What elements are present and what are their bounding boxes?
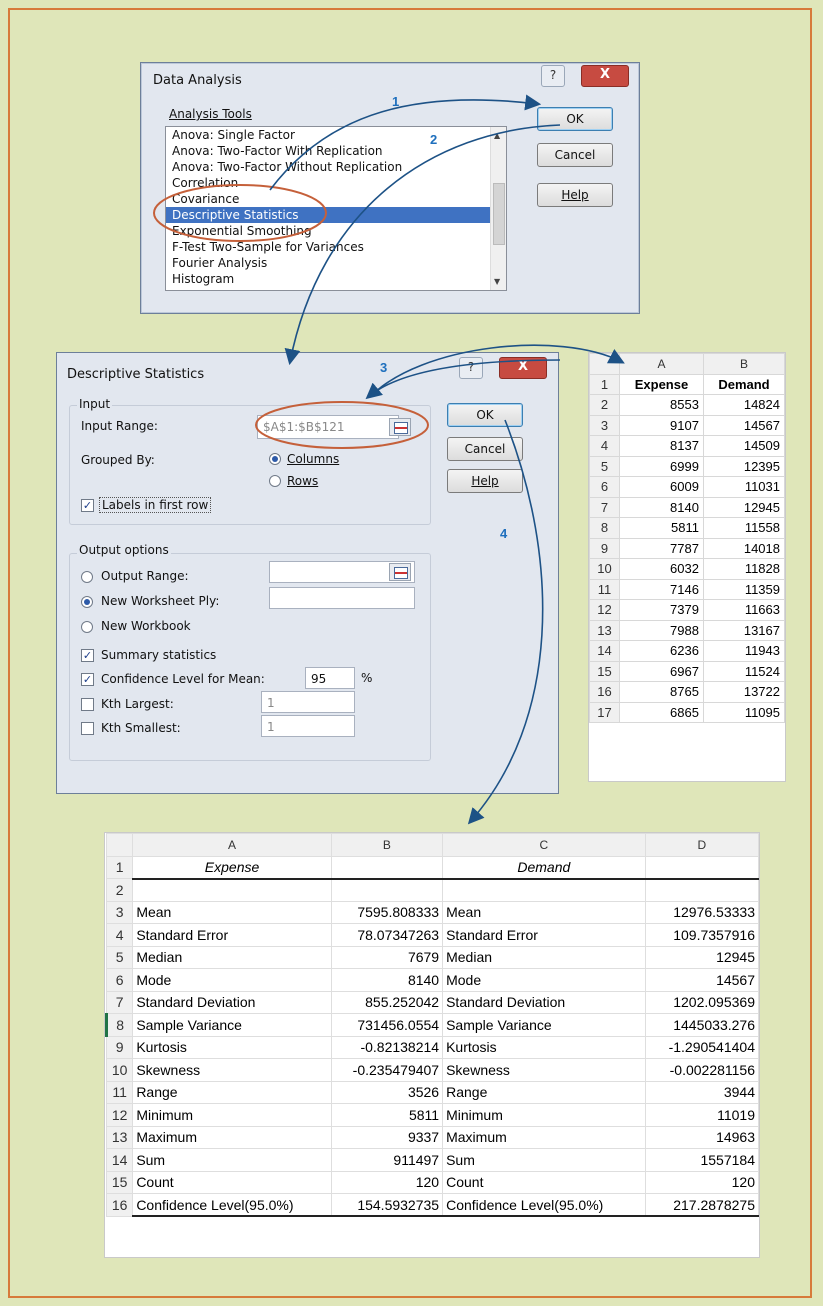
arrow-4	[467, 419, 544, 825]
arrow-3	[369, 344, 625, 398]
step-3-label: 3	[380, 360, 388, 375]
step-2-label: 2	[430, 132, 438, 147]
arrow-2	[284, 124, 561, 366]
highlight-ellipse-input-range	[255, 401, 429, 449]
step-1-label: 1	[392, 94, 400, 109]
annotation-overlay	[153, 94, 625, 825]
arrow-3b	[365, 359, 561, 400]
step-4-label: 4	[500, 526, 508, 541]
highlight-ellipse-list	[153, 184, 327, 242]
